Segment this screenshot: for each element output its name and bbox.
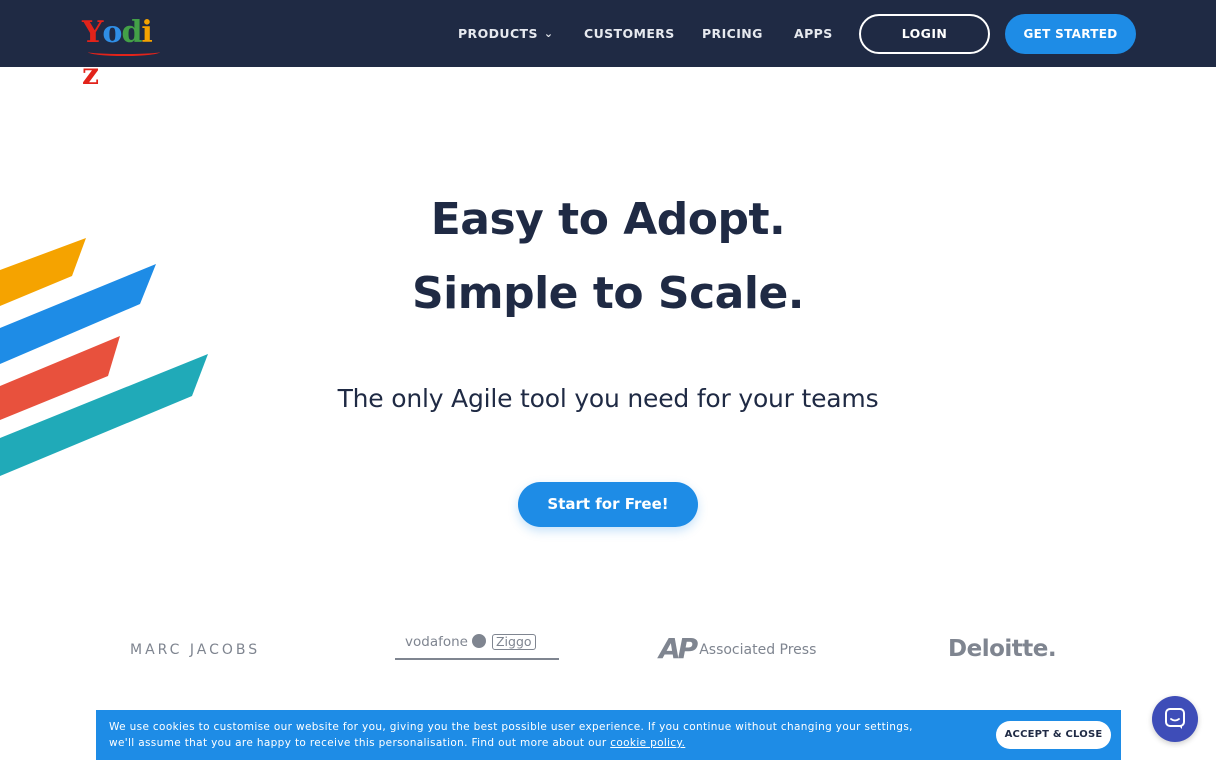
client-logo-deloitte: Deloitte. (948, 636, 1057, 662)
client-logo-marc-jacobs: MARC JACOBS (130, 642, 261, 658)
hero-headline-line-1: Easy to Adopt. (430, 194, 786, 245)
cookie-banner: We use cookies to customise our website … (96, 710, 1121, 760)
hero-subheadline: The only Agile tool you need for your te… (337, 384, 879, 413)
chevron-down-icon: ⌄ (543, 27, 554, 40)
client-logo-vodafone-ziggo: vodafone Ziggo (395, 634, 559, 660)
chat-icon (1165, 708, 1185, 729)
cookie-message: We use cookies to customise our website … (109, 719, 979, 751)
nav-products-label: PRODUCTS (458, 26, 538, 41)
start-for-free-button[interactable]: Start for Free! (518, 482, 698, 527)
ap-name: Associated Press (699, 642, 817, 658)
ziggo-wordmark: Ziggo (491, 634, 536, 650)
nav-apps[interactable]: APPS (794, 25, 833, 43)
hero-headline-line-2: Simple to Scale. (411, 268, 805, 319)
logo-swoosh (88, 48, 160, 56)
vodafone-wordmark: vodafone (405, 634, 468, 650)
nav-pricing[interactable]: PRICING (702, 25, 763, 43)
cookie-message-line-1: We use cookies to customise our website … (109, 721, 913, 733)
vodafone-icon (471, 634, 486, 648)
cookie-policy-link[interactable]: cookie policy. (610, 737, 685, 749)
yodiz-logo[interactable]: Yodiz (82, 12, 162, 92)
get-started-button[interactable]: GET STARTED (1005, 14, 1136, 54)
nav-customers[interactable]: CUSTOMERS (584, 25, 675, 43)
top-navigation-bar: Yodiz PRODUCTS ⌄ CUSTOMERS PRICING APPS L… (0, 0, 1216, 92)
nav-products[interactable]: PRODUCTS ⌄ (458, 25, 553, 43)
logo-letter: z (82, 57, 99, 92)
accept-and-close-button[interactable]: ACCEPT & CLOSE (996, 721, 1111, 749)
cookie-message-line-2: we'll assume that you are happy to recei… (109, 737, 607, 749)
login-button[interactable]: LOGIN (859, 14, 990, 54)
chat-launcher-button[interactable] (1152, 696, 1198, 742)
ap-mark: AP (659, 632, 698, 665)
client-logo-associated-press: AP Associated Press (659, 632, 816, 665)
